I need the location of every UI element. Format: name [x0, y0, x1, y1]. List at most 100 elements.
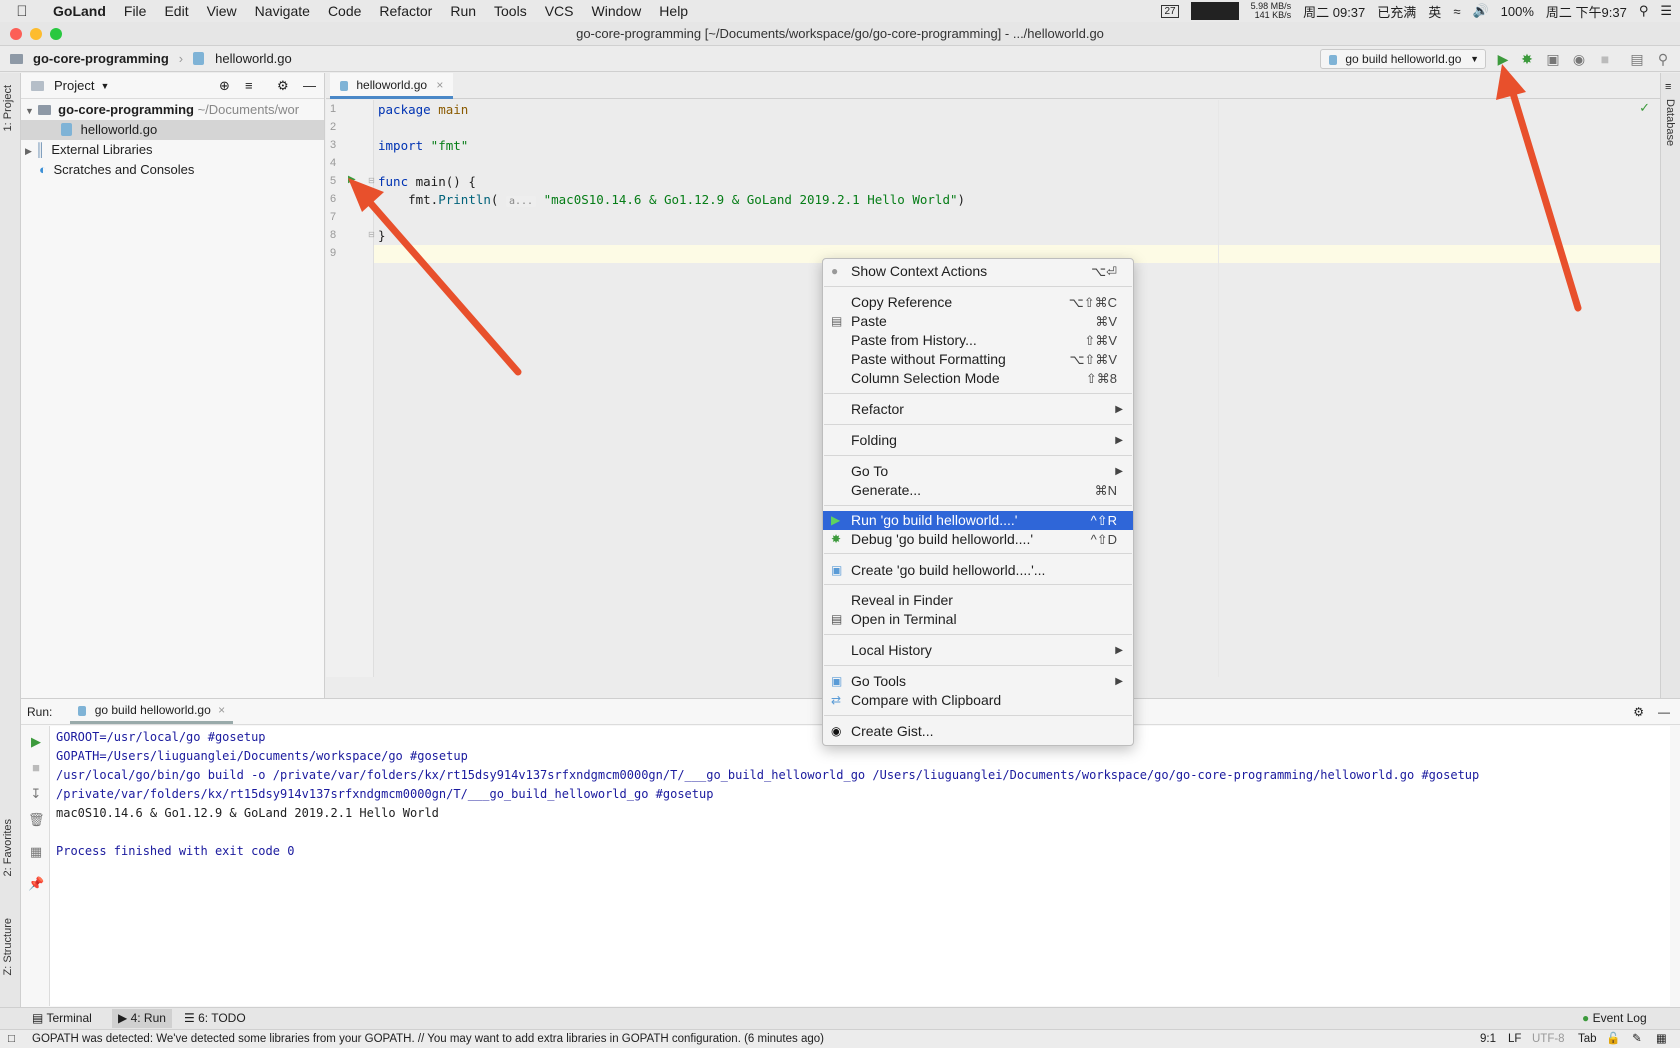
menu-paste-from-history[interactable]: Paste from History... ⇧⌘V	[823, 331, 1133, 350]
menu-view[interactable]: View	[198, 3, 246, 19]
menu-run-config[interactable]: ▶ Run 'go build helloworld....' ^⇧R	[823, 511, 1133, 530]
lock-icon[interactable]: 🔓	[1606, 1030, 1620, 1048]
coverage-icon[interactable]: ▣	[1544, 50, 1562, 68]
layout-icon[interactable]: ▦	[28, 844, 44, 860]
wifi-icon[interactable]: ≈	[1453, 4, 1460, 19]
memory-icon[interactable]: ▦	[1656, 1030, 1667, 1048]
menu-vcs[interactable]: VCS	[536, 3, 583, 19]
pin-icon[interactable]: 📌	[28, 876, 44, 892]
menu-open-in-terminal[interactable]: ▤ Open in Terminal	[823, 610, 1133, 629]
menu-folding[interactable]: Folding ▶	[823, 431, 1133, 450]
run-config-select[interactable]: go build helloworld.go ▼	[1320, 49, 1486, 69]
close-icon[interactable]: ×	[218, 703, 225, 717]
expand-arrow-icon[interactable]: ▶	[25, 146, 32, 156]
file-encoding[interactable]: UTF-8	[1532, 1030, 1565, 1048]
locate-icon[interactable]: ⊕	[219, 78, 230, 94]
activity-graph[interactable]	[1190, 2, 1239, 20]
tree-item-scratches[interactable]: ◐ Scratches and Consoles	[21, 160, 324, 180]
volume-icon[interactable]: 🔊	[1472, 3, 1488, 19]
network-speed[interactable]: 5.98 MB/s 141 KB/s	[1251, 2, 1292, 20]
tab-structure[interactable]: Z: Structure	[2, 918, 14, 975]
status-message[interactable]: GOPATH was detected: We've detected some…	[32, 1030, 824, 1048]
rerun-icon[interactable]: ▶	[28, 734, 44, 750]
control-center-icon[interactable]: ☰	[1660, 3, 1672, 19]
profile-icon[interactable]: ◉	[1570, 50, 1588, 68]
minimize-window-button[interactable]	[30, 28, 42, 40]
stop-icon[interactable]: ■	[28, 760, 44, 776]
close-icon[interactable]: ×	[436, 78, 443, 92]
menu-file[interactable]: File	[115, 3, 156, 19]
hide-icon[interactable]: —	[303, 78, 316, 93]
run-tab[interactable]: go build helloworld.go ×	[70, 699, 234, 724]
menu-run[interactable]: Run	[441, 3, 485, 19]
menu-show-context-actions[interactable]: ● Show Context Actions ⌥⏎	[823, 262, 1133, 281]
menu-edit[interactable]: Edit	[155, 3, 197, 19]
editor-gutter[interactable]: 1 2 3 4 5 6 7 8 9 ▶ ⊟ ⊟	[326, 100, 375, 677]
search-icon[interactable]: ⚲	[1639, 3, 1649, 19]
database-icon[interactable]: ≡	[1665, 81, 1671, 93]
status-toggle-icon[interactable]: □	[8, 1030, 15, 1048]
project-structure-icon[interactable]: ▤	[1628, 50, 1646, 68]
menu-refactor[interactable]: Refactor ▶	[823, 400, 1133, 419]
event-log[interactable]: ● Event Log	[1582, 1011, 1647, 1025]
menu-paste-without-formatting[interactable]: Paste without Formatting ⌥⇧⌘V	[823, 350, 1133, 369]
tab-favorites[interactable]: 2: Favorites	[2, 819, 14, 876]
caret-position[interactable]: 9:1	[1480, 1030, 1496, 1048]
indent-setting[interactable]: Tab	[1578, 1030, 1597, 1048]
menu-local-history[interactable]: Local History ▶	[823, 641, 1133, 660]
tree-root[interactable]: ▼ go-core-programming ~/Documents/wor	[21, 100, 324, 120]
zoom-window-button[interactable]	[50, 28, 62, 40]
menu-column-selection-mode[interactable]: Column Selection Mode ⇧⌘8	[823, 369, 1133, 388]
power-status[interactable]: 已充满	[1377, 2, 1416, 21]
apple-icon[interactable]: 	[0, 3, 44, 20]
menu-generate[interactable]: Generate... ⌘N	[823, 481, 1133, 500]
tree-item-helloworld[interactable]: helloworld.go	[21, 120, 324, 140]
tool-run[interactable]: ▶ 4: Run	[112, 1009, 172, 1028]
close-window-button[interactable]	[10, 28, 22, 40]
menu-window[interactable]: Window	[583, 3, 651, 19]
battery-percent[interactable]: 100%	[1501, 4, 1534, 19]
expand-arrow-icon[interactable]: ▼	[25, 106, 34, 116]
menu-create-config[interactable]: ▣ Create 'go build helloworld....'...	[823, 561, 1133, 580]
menu-compare-with-clipboard[interactable]: ⇄ Compare with Clipboard	[823, 691, 1133, 710]
menu-go-to[interactable]: Go To ▶	[823, 462, 1133, 481]
menu-go-tools[interactable]: ▣ Go Tools ▶	[823, 672, 1133, 691]
menu-code[interactable]: Code	[319, 3, 370, 19]
tool-todo[interactable]: ☰ 6: TODO	[184, 1011, 246, 1025]
run-icon[interactable]: ▶	[1494, 50, 1512, 68]
line-separator[interactable]: LF	[1508, 1030, 1521, 1048]
collapse-icon[interactable]: ≡	[245, 78, 253, 93]
gear-icon[interactable]: ⚙	[1633, 705, 1644, 719]
menu-debug-config[interactable]: ✸ Debug 'go build helloworld....' ^⇧D	[823, 530, 1133, 549]
tab-project[interactable]: 1: Project	[2, 85, 14, 131]
menu-copy-reference[interactable]: Copy Reference ⌥⇧⌘C	[823, 293, 1133, 312]
tab-helloworld[interactable]: helloworld.go ×	[330, 73, 454, 99]
stop-icon[interactable]: ■	[1596, 50, 1614, 68]
menu-create-gist[interactable]: ◉ Create Gist...	[823, 722, 1133, 741]
tab-database[interactable]: Database	[1664, 99, 1676, 146]
hector-icon[interactable]: ✎	[1632, 1030, 1642, 1048]
scroll-to-end-icon[interactable]: ↧	[28, 786, 44, 802]
breadcrumb-project[interactable]: go-core-programming	[33, 51, 169, 66]
gear-icon[interactable]: ⚙	[277, 78, 289, 94]
tool-terminal[interactable]: ▤ Terminal	[32, 1011, 92, 1025]
trash-icon[interactable]: 🗑	[28, 812, 45, 828]
project-view-selector[interactable]: Project	[54, 78, 94, 93]
menu-app[interactable]: GoLand	[44, 3, 115, 19]
menu-tools[interactable]: Tools	[485, 3, 536, 19]
gutter-run-icon[interactable]: ▶	[348, 174, 356, 185]
search-everywhere-icon[interactable]: ⚲	[1654, 50, 1672, 68]
menu-reveal-in-finder[interactable]: Reveal in Finder	[823, 591, 1133, 610]
menu-help[interactable]: Help	[650, 3, 697, 19]
console-output[interactable]: GOROOT=/usr/local/go #gosetup GOPATH=/Us…	[50, 726, 1670, 1006]
hide-icon[interactable]: —	[1658, 705, 1670, 719]
breadcrumb-file[interactable]: helloworld.go	[215, 51, 292, 66]
chevron-down-icon[interactable]: ▼	[100, 81, 109, 91]
ime-indicator[interactable]: 英	[1428, 2, 1441, 21]
tree-item-external-libraries[interactable]: ▶ ║ External Libraries	[21, 140, 324, 160]
clock[interactable]: 周二 下午9:37	[1546, 2, 1627, 21]
menu-refactor[interactable]: Refactor	[370, 3, 441, 19]
clock-small[interactable]: 周二 09:37	[1303, 2, 1365, 21]
debug-icon[interactable]: ✸	[1518, 50, 1536, 68]
calendar-icon[interactable]: 27	[1161, 4, 1179, 18]
